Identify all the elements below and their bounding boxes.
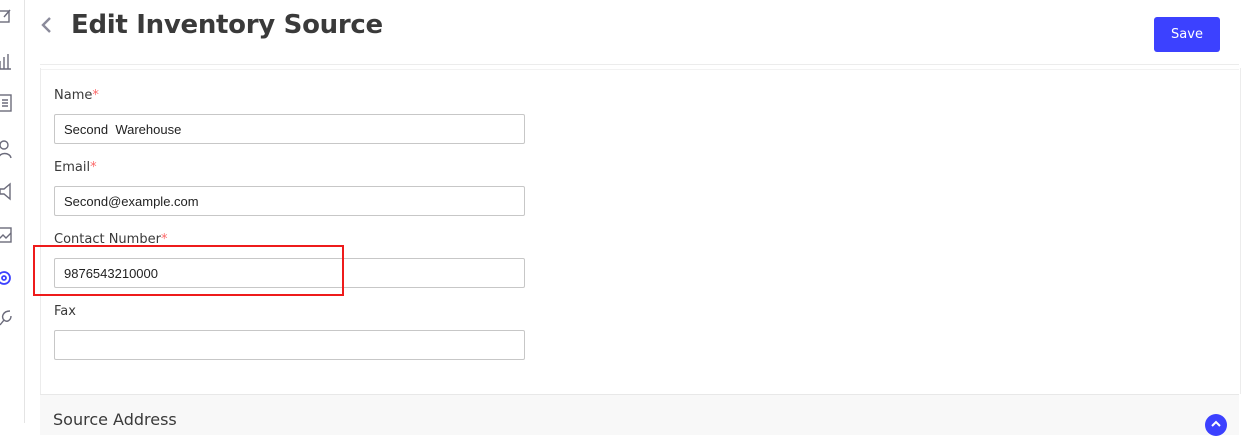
- name-label-text: Name: [54, 88, 93, 103]
- image-icon[interactable]: [0, 226, 14, 246]
- accordion-title: Source Address: [53, 410, 177, 429]
- document-icon[interactable]: [0, 94, 14, 114]
- source-address-accordion[interactable]: Source Address: [40, 394, 1239, 436]
- megaphone-icon[interactable]: [0, 182, 14, 202]
- contact-number-label-text: Contact Number: [54, 232, 161, 247]
- chevron-up-icon[interactable]: [1205, 414, 1227, 436]
- tools-icon[interactable]: [0, 308, 14, 328]
- email-label: Email*: [54, 160, 97, 175]
- fax-label: Fax: [54, 304, 76, 319]
- page-title: Edit Inventory Source: [71, 10, 383, 40]
- save-button[interactable]: Save: [1154, 17, 1220, 52]
- email-field[interactable]: [54, 186, 525, 216]
- settings-icon[interactable]: [0, 268, 14, 288]
- fax-label-text: Fax: [54, 304, 76, 319]
- name-field[interactable]: [54, 114, 525, 144]
- email-label-text: Email: [54, 160, 91, 175]
- edit-icon[interactable]: [0, 8, 14, 28]
- fax-field[interactable]: [54, 330, 525, 360]
- sidebar: [0, 0, 25, 423]
- page-header: Edit Inventory Source: [25, 0, 1249, 64]
- name-label: Name*: [54, 88, 99, 103]
- required-mark: *: [90, 160, 97, 175]
- inventory-source-form: Name* Email* Contact Number* Fax: [40, 68, 1241, 394]
- user-icon[interactable]: [0, 139, 14, 159]
- required-mark: *: [92, 88, 99, 103]
- contact-number-label: Contact Number*: [54, 232, 167, 247]
- back-arrow-icon[interactable]: [39, 14, 61, 42]
- contact-number-field[interactable]: [54, 258, 525, 288]
- chart-icon[interactable]: [0, 52, 14, 72]
- required-mark: *: [160, 232, 168, 247]
